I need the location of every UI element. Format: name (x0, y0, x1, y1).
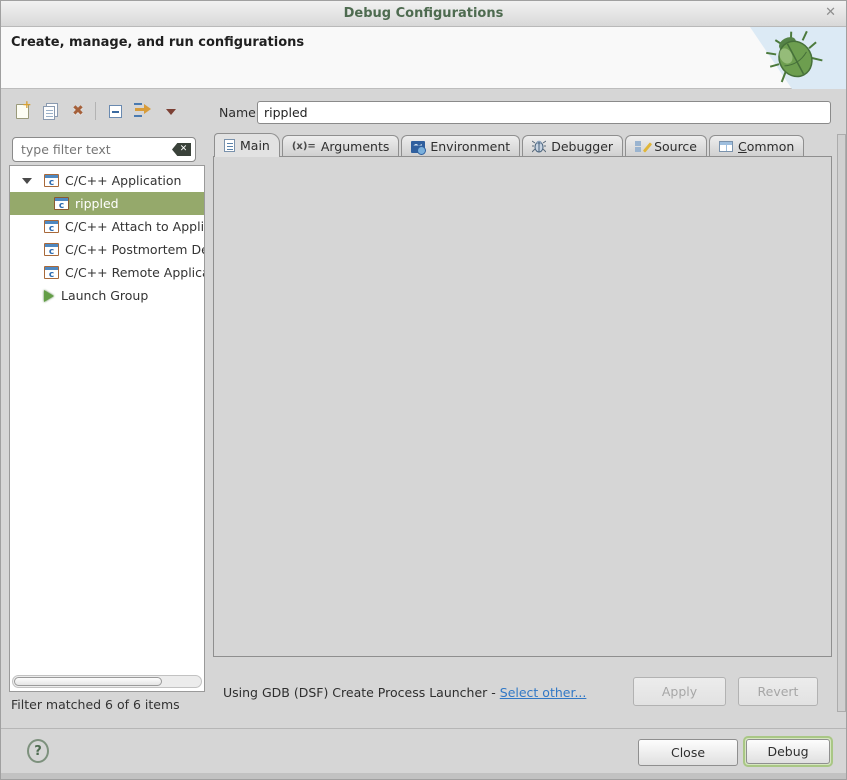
expander-icon[interactable] (22, 178, 32, 184)
tree-item-rippled[interactable]: rippled (10, 192, 204, 215)
tab-debugger[interactable]: Debugger (522, 135, 623, 157)
delete-configuration-button[interactable]: ✖ (65, 99, 91, 123)
c-application-icon (44, 243, 59, 256)
debugger-bug-icon (532, 140, 546, 153)
apply-button[interactable]: Apply (633, 677, 726, 706)
main-tab-content (213, 156, 832, 657)
tab-source[interactable]: Source (625, 135, 707, 157)
debug-button-ring: Debug (743, 736, 833, 767)
window-close-icon[interactable]: ✕ (825, 5, 836, 20)
tab-main[interactable]: Main (214, 133, 280, 157)
arguments-icon: (x)= (292, 141, 316, 152)
c-application-icon (54, 197, 69, 210)
collapse-all-button[interactable] (102, 99, 128, 123)
c-application-icon (44, 266, 59, 279)
tree-item-cpp-attach[interactable]: C/C++ Attach to Application (10, 215, 204, 238)
header-banner: Create, manage, and run configurations (1, 27, 846, 89)
clear-filter-icon[interactable]: ✕ (172, 143, 191, 156)
name-label: Name: (219, 105, 260, 120)
tree-horizontal-scrollbar[interactable] (12, 675, 202, 688)
table-icon (719, 141, 733, 152)
page-title: Create, manage, and run configurations (11, 35, 304, 50)
filter-icon (134, 103, 152, 119)
configuration-tree: C/C++ Application rippled C/C++ Attach t… (9, 165, 205, 692)
sidebar-toolbar: ✖ (9, 97, 186, 125)
debug-configurations-dialog: Debug Configurations ✕ Create, manage, a… (0, 0, 847, 780)
source-icon (635, 140, 649, 153)
tree-item-cpp-postmortem[interactable]: C/C++ Postmortem Debugger (10, 238, 204, 261)
c-application-icon (44, 220, 59, 233)
help-button[interactable]: ? (27, 739, 49, 763)
toolbar-separator (95, 102, 96, 120)
toolbar-menu-button[interactable] (158, 99, 184, 123)
launcher-info: Using GDB (DSF) Create Process Launcher … (223, 685, 586, 700)
chevron-down-icon (166, 109, 176, 115)
tab-common[interactable]: Common (709, 135, 804, 157)
filter-input[interactable] (19, 141, 172, 158)
titlebar: Debug Configurations ✕ (1, 1, 846, 27)
document-icon (224, 139, 235, 152)
delete-icon: ✖ (72, 104, 84, 118)
collapse-all-icon (109, 105, 122, 118)
duplicate-icon (43, 106, 55, 120)
tab-bar: Main (x)= Arguments Environment Debugger (214, 134, 806, 157)
window-bottom-edge (1, 773, 846, 779)
tab-environment[interactable]: Environment (401, 135, 520, 157)
select-other-link[interactable]: Select other... (500, 685, 587, 700)
new-configuration-button[interactable] (9, 99, 35, 123)
vertical-scrollbar[interactable] (837, 134, 846, 712)
tree-item-launch-group[interactable]: Launch Group (10, 284, 204, 307)
filter-status: Filter matched 6 of 6 items (11, 697, 180, 712)
new-configuration-icon (16, 104, 29, 119)
tree-item-cpp-application[interactable]: C/C++ Application (10, 169, 204, 192)
tree-item-cpp-remote[interactable]: C/C++ Remote Application (10, 261, 204, 284)
debug-button[interactable]: Debug (746, 739, 830, 764)
window-title: Debug Configurations (1, 6, 846, 21)
filter-box: ✕ (12, 137, 196, 162)
footer-separator (1, 728, 846, 729)
bug-icon (766, 30, 824, 86)
duplicate-configuration-button[interactable] (37, 99, 63, 123)
filter-configurations-button[interactable] (130, 99, 156, 123)
c-application-icon (44, 174, 59, 187)
scrollbar-thumb[interactable] (14, 677, 162, 686)
name-input[interactable] (257, 101, 831, 124)
revert-button[interactable]: Revert (738, 677, 818, 706)
tab-arguments[interactable]: (x)= Arguments (282, 135, 400, 157)
launch-group-icon (44, 290, 55, 302)
environment-icon (411, 141, 425, 153)
close-button[interactable]: Close (638, 739, 738, 766)
